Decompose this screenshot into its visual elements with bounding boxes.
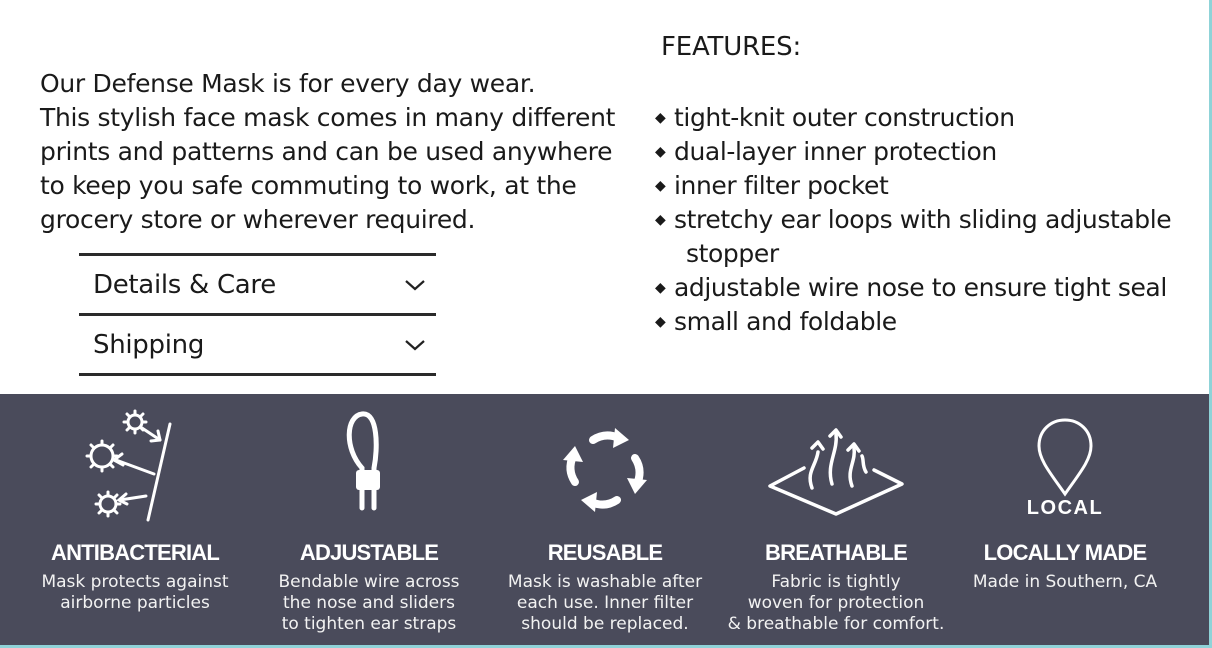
benefit-desc-line: to tighten ear straps — [281, 614, 457, 634]
feature-text: adjustable wire nose to ensure tight sea… — [674, 273, 1167, 302]
benefit-locally-made: LOCAL LOCALLY MADE Made in Southern, CA — [945, 394, 1185, 645]
benefit-description: Mask protects against airborne particles — [15, 572, 255, 614]
diamond-bullet-icon: ◆ — [655, 110, 666, 126]
benefit-reusable: REUSABLE Mask is washable after each use… — [485, 394, 725, 645]
chevron-down-icon — [405, 279, 425, 290]
accordion-label: Details & Care — [93, 269, 276, 300]
benefit-adjustable: ADJUSTABLE Bendable wire across the nose… — [249, 394, 489, 645]
chevron-down-icon — [405, 339, 425, 350]
benefit-title: BREATHABLE — [765, 540, 908, 565]
benefit-title: LOCALLY MADE — [983, 540, 1148, 565]
antibacterial-icon — [85, 409, 172, 522]
benefit-title: REUSABLE — [547, 540, 663, 565]
benefit-title: ANTIBACTERIAL — [50, 540, 220, 565]
description-line: This stylish face mask comes in many dif… — [40, 103, 616, 132]
description-line: to keep you safe commuting to work, at t… — [40, 171, 577, 200]
feature-text: dual-layer inner protection — [674, 137, 997, 166]
benefit-description: Mask is washable after each use. Inner f… — [485, 572, 725, 635]
diamond-bullet-icon: ◆ — [655, 280, 666, 296]
feature-text: small and foldable — [674, 307, 897, 336]
local-pin-icon: LOCAL — [1027, 418, 1103, 519]
benefit-description: Made in Southern, CA — [945, 572, 1185, 593]
reusable-arrows-icon — [563, 428, 647, 512]
accordion-label: Shipping — [93, 329, 205, 360]
accordion-shipping[interactable]: Shipping — [79, 313, 436, 376]
benefit-description: Fabric is tightly woven for protection &… — [716, 572, 956, 635]
benefit-desc-line: woven for protection — [747, 593, 925, 613]
benefit-desc-line: each use. Inner filter — [516, 593, 694, 613]
feature-item: ◆ small and foldable — [655, 305, 1205, 339]
benefit-title: ADJUSTABLE — [299, 540, 439, 565]
diamond-bullet-icon: ◆ — [655, 144, 666, 160]
benefit-desc-line: Mask is washable after — [507, 572, 703, 592]
diamond-bullet-icon: ◆ — [655, 314, 666, 330]
description-line: grocery store or wherever required. — [40, 205, 476, 234]
feature-item: ◆ adjustable wire nose to ensure tight s… — [655, 271, 1205, 305]
benefits-banner: ANTIBACTERIAL Mask protects against airb… — [0, 394, 1209, 645]
description-line: prints and patterns and can be used anyw… — [40, 137, 613, 166]
feature-item: ◆ tight-knit outer construction — [655, 101, 1205, 135]
local-icon-text: LOCAL — [1027, 497, 1103, 519]
features-list: ◆ tight-knit outer construction ◆ dual-l… — [655, 101, 1205, 339]
benefit-breathable: BREATHABLE Fabric is tightly woven for p… — [716, 394, 956, 645]
features-heading: FEATURES: — [661, 32, 802, 62]
feature-text: stretchy ear loops with sliding adjustab… — [674, 205, 1172, 234]
feature-item: ◆ inner filter pocket — [655, 169, 1205, 203]
feature-text: tight-knit outer construction — [674, 103, 1015, 132]
benefit-desc-line: the nose and sliders — [283, 593, 455, 613]
benefit-desc-line: should be replaced. — [521, 614, 689, 634]
adjustable-loop-icon — [346, 411, 380, 511]
feature-text: inner filter pocket — [674, 171, 889, 200]
benefit-desc-line: Fabric is tightly — [771, 572, 901, 592]
product-description: Our Defense Mask is for every day wear. … — [40, 67, 630, 237]
benefit-antibacterial: ANTIBACTERIAL Mask protects against airb… — [15, 394, 255, 645]
benefit-desc-line: Made in Southern, CA — [972, 572, 1158, 592]
feature-text-continued: stopper — [686, 239, 779, 268]
benefit-desc-line: airborne particles — [60, 593, 210, 613]
description-line: Our Defense Mask is for every day wear. — [40, 69, 536, 98]
feature-item: ◆ stretchy ear loops with sliding adjust… — [655, 203, 1205, 271]
benefit-desc-line: & breathable for comfort. — [727, 614, 945, 634]
breathable-fabric-icon — [768, 428, 904, 516]
accordion-details-care[interactable]: Details & Care — [79, 253, 436, 313]
benefit-desc-line: Mask protects against — [41, 572, 229, 592]
product-info-accordion: Details & Care Shipping — [79, 253, 436, 376]
diamond-bullet-icon: ◆ — [655, 212, 666, 228]
benefit-description: Bendable wire across the nose and slider… — [249, 572, 489, 635]
diamond-bullet-icon: ◆ — [655, 178, 666, 194]
feature-item: ◆ dual-layer inner protection — [655, 135, 1205, 169]
benefit-desc-line: Bendable wire across — [278, 572, 460, 592]
